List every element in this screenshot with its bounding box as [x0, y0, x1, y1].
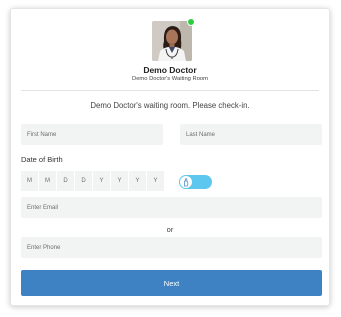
doctor-name: Demo Doctor: [143, 65, 197, 75]
dob-year-digit-3[interactable]: Y: [129, 171, 146, 191]
last-name-input[interactable]: Last Name: [180, 124, 322, 145]
toggle-knob: [180, 176, 192, 188]
waiting-room-name: Demo Doctor's Waiting Room: [132, 76, 208, 82]
dob-year-digit-1[interactable]: Y: [93, 171, 110, 191]
checkin-message: Demo Doctor's waiting room. Please check…: [90, 101, 250, 110]
dob-year-digit-2[interactable]: Y: [111, 171, 128, 191]
hand-icon: [184, 177, 189, 186]
dob-month-digit-1[interactable]: M: [21, 171, 38, 191]
or-separator: or: [166, 225, 174, 234]
dob-label: Date of Birth: [21, 155, 63, 164]
dob-year-digit-4[interactable]: Y: [147, 171, 164, 191]
online-status-dot: [187, 18, 195, 26]
dob-day-digit-2[interactable]: D: [75, 171, 92, 191]
first-name-placeholder: First Name: [27, 131, 57, 138]
dob-month-digit-2[interactable]: M: [39, 171, 56, 191]
phone-placeholder: Enter Phone: [27, 244, 61, 251]
accessibility-toggle[interactable]: [179, 175, 212, 189]
doctor-avatar: [152, 21, 192, 61]
phone-input[interactable]: Enter Phone: [21, 237, 322, 258]
first-name-input[interactable]: First Name: [21, 124, 163, 145]
email-input[interactable]: Enter Email: [21, 197, 322, 218]
doctor-photo: [152, 21, 192, 61]
dob-input-group: M M D D Y Y Y Y: [21, 171, 164, 191]
checkin-card: Demo Doctor Demo Doctor's Waiting Room D…: [10, 8, 330, 306]
dob-day-digit-1[interactable]: D: [57, 171, 74, 191]
email-placeholder: Enter Email: [27, 204, 59, 211]
last-name-placeholder: Last Name: [186, 131, 216, 138]
header-divider: [21, 90, 319, 91]
next-button[interactable]: Next: [21, 270, 322, 296]
doctor-avatar-container: [152, 18, 195, 61]
